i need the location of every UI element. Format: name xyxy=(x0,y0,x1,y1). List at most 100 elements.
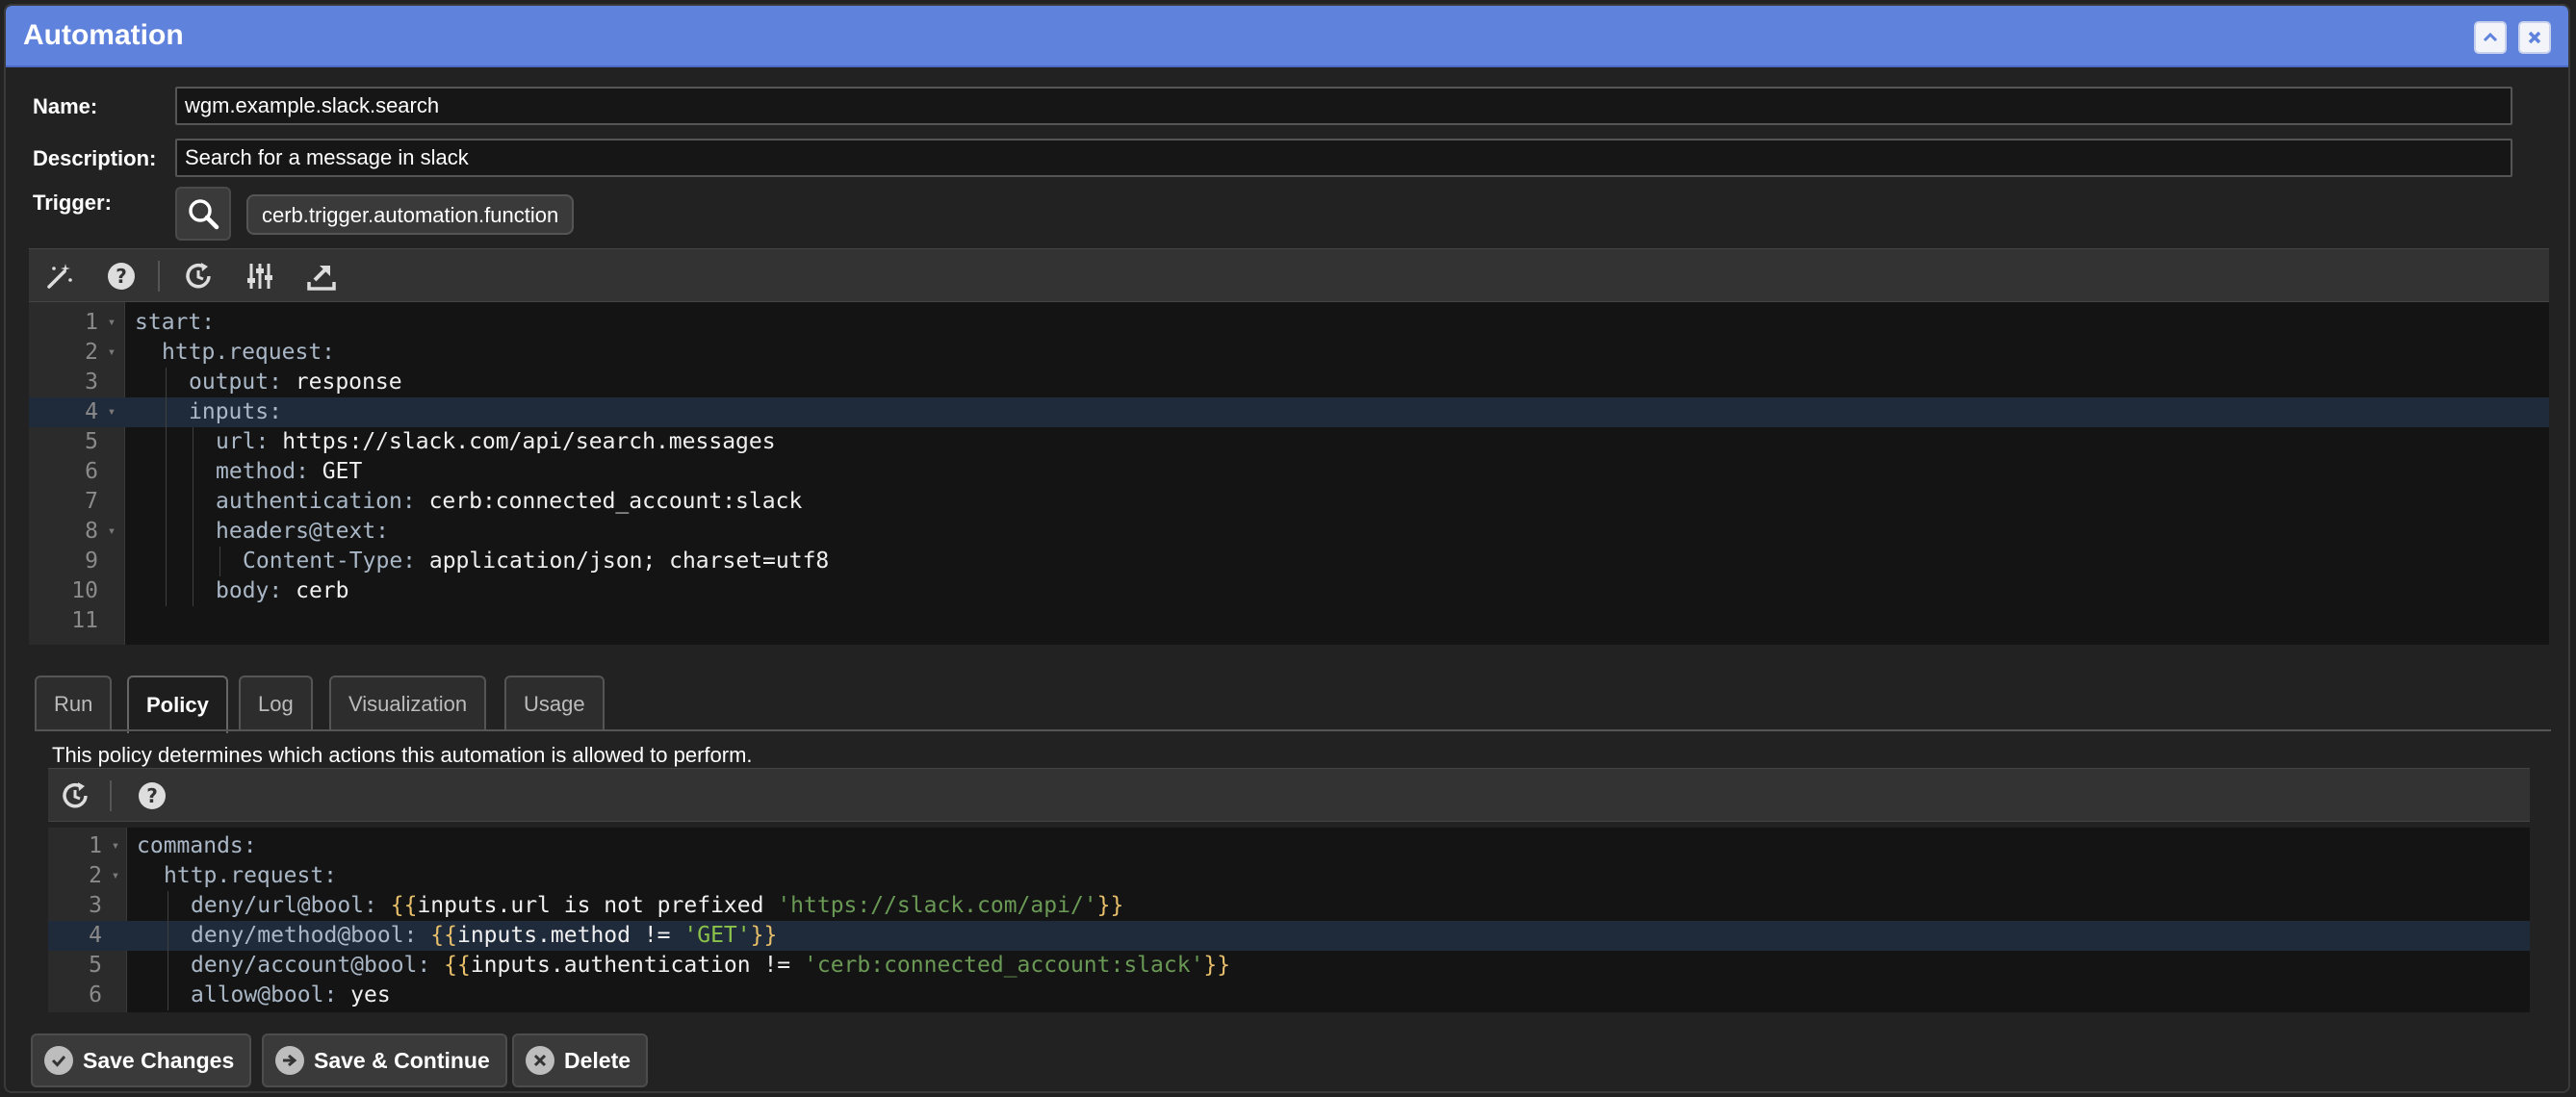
history-icon[interactable] xyxy=(58,778,92,813)
code-token: start: xyxy=(135,310,216,335)
search-icon xyxy=(189,199,219,230)
code-line[interactable]: 11 xyxy=(29,606,2549,636)
indent-guide xyxy=(166,397,167,427)
line-text: method: GET xyxy=(216,457,362,487)
line-number: 6 xyxy=(89,982,102,1008)
code-line[interactable]: 6 allow@bool: yes xyxy=(48,981,2530,1010)
tabs-divider xyxy=(35,729,2551,731)
line-text: deny/url@bool: {{inputs.url is not prefi… xyxy=(191,891,1123,921)
line-text: commands: xyxy=(137,831,257,861)
line-number: 1 xyxy=(89,833,102,858)
help-icon[interactable]: ? xyxy=(104,259,139,293)
trigger-chip[interactable]: cerb.trigger.automation.function xyxy=(246,194,575,235)
tab-run[interactable]: Run xyxy=(35,676,113,731)
code-token: inputs.authentication != xyxy=(470,953,804,978)
indent-guide xyxy=(166,457,167,487)
code-line[interactable]: 4 deny/method@bool: {{inputs.method != 'G… xyxy=(48,921,2530,951)
name-input[interactable] xyxy=(175,87,2512,125)
line-text: allow@bool: yes xyxy=(191,981,391,1010)
tab-visualization[interactable]: Visualization xyxy=(329,676,487,731)
indent-guide xyxy=(166,427,167,457)
magic-wand-icon[interactable] xyxy=(42,259,77,293)
code-token: 'https://slack.com/api/' xyxy=(777,893,1097,918)
line-text: body: cerb xyxy=(216,576,349,606)
line-text: output: response xyxy=(189,368,402,397)
code-line[interactable]: 5 deny/account@bool: {{inputs.authenticat… xyxy=(48,951,2530,981)
trigger-search-button[interactable] xyxy=(175,187,231,241)
fold-toggle-icon[interactable]: ▾ xyxy=(106,861,125,891)
code-line[interactable]: 10 body: cerb xyxy=(29,576,2549,606)
line-text: http.request: xyxy=(164,861,337,891)
code-line[interactable]: 4 ▾ inputs: xyxy=(29,397,2549,427)
code-token: application/json; charset=utf8 xyxy=(416,548,830,574)
fold-toggle-icon[interactable]: ▾ xyxy=(102,338,121,368)
line-number: 3 xyxy=(85,370,98,395)
code-line[interactable]: 3 deny/url@bool: {{inputs.url is not pref… xyxy=(48,891,2530,921)
fold-toggle-icon[interactable]: ▾ xyxy=(102,517,121,547)
history-icon[interactable] xyxy=(181,259,216,293)
dialog-titlebar[interactable]: Automation xyxy=(6,6,2568,67)
description-input[interactable] xyxy=(175,139,2512,177)
line-text: headers@text: xyxy=(216,517,389,547)
code-line[interactable]: 3 output: response xyxy=(29,368,2549,397)
fold-toggle-icon[interactable]: ▾ xyxy=(106,831,125,861)
code-token: http.request: xyxy=(162,340,336,365)
code-token: http.request: xyxy=(164,863,338,888)
tab-usage[interactable]: Usage xyxy=(504,676,605,731)
line-text: deny/method@bool: {{inputs.method != 'GE… xyxy=(191,921,777,951)
line-number: 8 xyxy=(85,519,98,544)
line-number: 11 xyxy=(71,608,98,633)
code-token: }} xyxy=(1203,953,1231,978)
code-line[interactable]: 2 ▾ http.request: xyxy=(48,861,2530,891)
name-label: Name: xyxy=(33,94,98,118)
code-line[interactable]: 9 Content-Type: application/json; charset… xyxy=(29,547,2549,576)
code-line[interactable]: 1 ▾ start: xyxy=(29,308,2549,338)
tab-log[interactable]: Log xyxy=(239,676,313,731)
sliders-icon[interactable] xyxy=(243,259,277,293)
indent-guide xyxy=(166,576,167,606)
code-token: GET xyxy=(308,459,363,484)
fold-toggle-icon[interactable]: ▾ xyxy=(102,397,121,427)
help-icon[interactable]: ? xyxy=(135,778,169,813)
automation-code-editor[interactable]: 1 ▾ start: 2 ▾ http.request: 3 output: response… xyxy=(29,302,2549,645)
save-continue-button[interactable]: Save & Continue xyxy=(262,1033,507,1087)
code-token: inputs.url is not prefixed xyxy=(417,893,778,918)
indent-guide xyxy=(166,547,167,576)
code-line[interactable]: 7 authentication: cerb:connected_account:… xyxy=(29,487,2549,517)
collapse-button[interactable] xyxy=(2474,21,2507,54)
indent-guide xyxy=(219,547,220,576)
code-token: commands: xyxy=(137,833,257,858)
line-text: start: xyxy=(135,308,215,338)
code-token: deny/method@bool: xyxy=(191,923,418,948)
code-token: yes xyxy=(337,982,391,1008)
code-token: 'GET' xyxy=(683,923,751,948)
code-line[interactable]: 6 method: GET xyxy=(29,457,2549,487)
check-icon xyxy=(44,1046,73,1075)
code-token: cerb xyxy=(282,578,349,603)
export-icon[interactable] xyxy=(304,259,339,293)
policy-toolbar: ? xyxy=(48,768,2530,822)
line-number: 4 xyxy=(85,399,98,424)
code-token: Content-Type: xyxy=(243,548,417,574)
chevron-up-icon xyxy=(2483,32,2498,42)
svg-text:?: ? xyxy=(116,265,127,288)
policy-code-editor[interactable]: 1 ▾ commands: 2 ▾ http.request: 3 deny/url@bool… xyxy=(48,828,2530,1012)
code-line[interactable]: 2 ▾ http.request: xyxy=(29,338,2549,368)
toolbar-divider xyxy=(110,780,112,811)
code-line[interactable]: 1 ▾ commands: xyxy=(48,831,2530,861)
save-changes-button[interactable]: Save Changes xyxy=(31,1033,252,1087)
code-token: 'cerb:connected_account:slack' xyxy=(804,953,1204,978)
line-number: 2 xyxy=(85,340,98,365)
code-token: output: xyxy=(189,370,282,395)
fold-toggle-icon[interactable]: ▾ xyxy=(102,308,121,338)
editor-toolbar: ? xyxy=(29,248,2549,302)
delete-button[interactable]: Delete xyxy=(512,1033,649,1087)
tab-policy[interactable]: Policy xyxy=(127,676,228,733)
code-line[interactable]: 5 url: https://slack.com/api/search.messa… xyxy=(29,427,2549,457)
code-token: https://slack.com/api/search.messages xyxy=(269,429,776,454)
code-token: response xyxy=(281,370,402,395)
close-button[interactable] xyxy=(2518,21,2551,54)
line-number: 3 xyxy=(89,893,102,918)
code-line[interactable]: 8 ▾ headers@text: xyxy=(29,517,2549,547)
